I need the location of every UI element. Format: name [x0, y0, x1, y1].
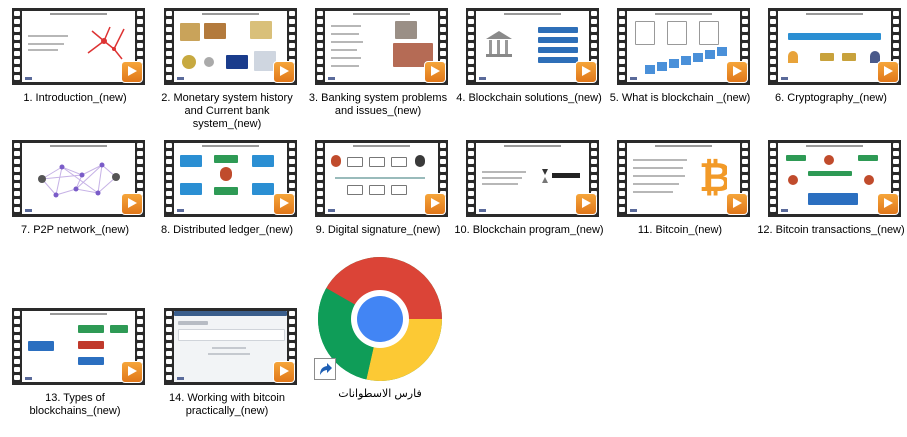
video-file-icon — [315, 140, 448, 217]
play-icon — [424, 193, 446, 215]
video-file-icon: ₿ — [617, 140, 750, 217]
video-file-icon — [768, 8, 901, 85]
file-label: 3. Banking system problems and issues_(n… — [308, 92, 448, 117]
video-file-icon — [12, 140, 145, 217]
file-label: 8. Distributed ledger_(new) — [160, 224, 294, 236]
play-icon — [575, 61, 597, 83]
video-file-icon — [315, 8, 448, 85]
play-icon — [575, 193, 597, 215]
shortcut-arrow-icon — [314, 358, 336, 380]
play-icon — [121, 193, 143, 215]
video-file-icon — [768, 140, 901, 217]
play-icon — [424, 61, 446, 83]
file-label: 1. Introduction_(new) — [23, 92, 127, 104]
video-file-icon — [12, 308, 145, 385]
play-icon — [121, 61, 143, 83]
play-icon — [726, 193, 748, 215]
file-label: 2. Monetary system history and Current b… — [161, 92, 293, 130]
video-file-icon — [12, 8, 145, 85]
play-icon — [726, 61, 748, 83]
play-icon — [273, 61, 295, 83]
file-label: 5. What is blockchain _(new) — [609, 92, 751, 104]
video-file-icon — [164, 140, 297, 217]
play-icon — [121, 361, 143, 383]
play-icon — [877, 61, 899, 83]
file-label: 9. Digital signature_(new) — [315, 224, 441, 236]
shortcut-label: فارس الاسطوانات — [338, 388, 422, 400]
file-label: 4. Blockchain solutions_(new) — [456, 92, 602, 104]
file-label: 6. Cryptography_(new) — [775, 92, 887, 104]
file-label: 14. Working with bitcoin practically_(ne… — [169, 392, 285, 417]
play-icon — [273, 193, 295, 215]
video-file-icon — [617, 8, 750, 85]
play-icon — [877, 193, 899, 215]
play-icon — [273, 361, 295, 383]
video-file-icon — [466, 140, 599, 217]
video-file-icon — [466, 8, 599, 85]
file-label: 11. Bitcoin_(new) — [637, 224, 723, 236]
svg-text:₿: ₿ — [699, 157, 727, 197]
file-label: 12. Bitcoin transactions_(new) — [757, 224, 905, 236]
file-label: 13. Types of blockchains_(new) — [29, 392, 121, 417]
file-label: 10. Blockchain program_(new) — [454, 224, 604, 236]
video-file-icon — [164, 308, 297, 385]
file-label: 7. P2P network_(new) — [20, 224, 130, 236]
video-file-icon — [164, 8, 297, 85]
